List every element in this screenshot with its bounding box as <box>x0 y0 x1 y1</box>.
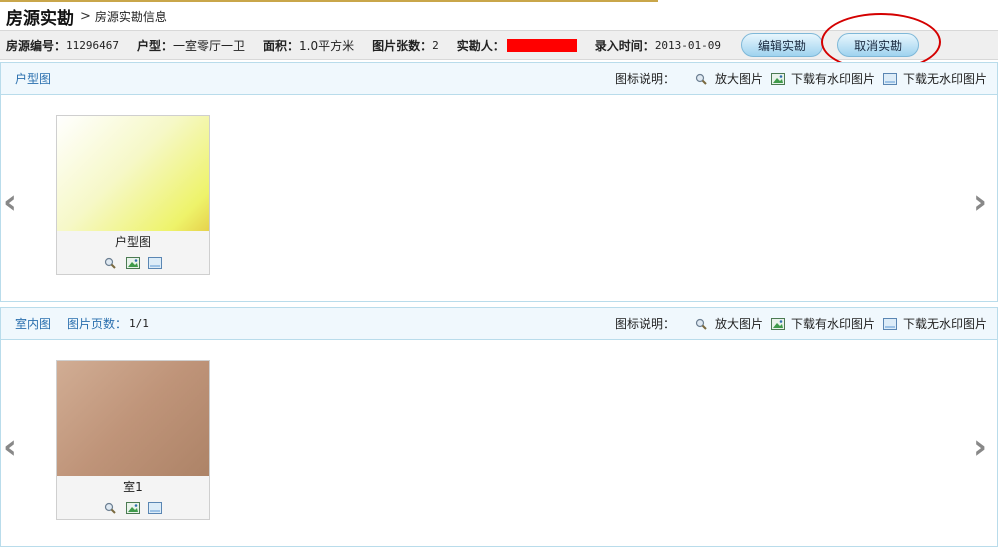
floor-plan-thumb-actions <box>57 257 209 269</box>
chevron-left-icon[interactable]: ‹ <box>3 430 25 464</box>
picture-watermark-icon <box>770 317 785 330</box>
layout-value: 一室零厅一卫 <box>173 38 246 53</box>
legend-download-watermark: 下载有水印图片 <box>770 315 875 332</box>
picture-no-watermark-icon <box>882 72 897 85</box>
picture-count-label: 图片张数： <box>372 38 433 53</box>
house-number: 房源编号： 11296467 <box>6 37 119 54</box>
picture-no-watermark-icon[interactable] <box>148 257 162 269</box>
floor-plan-section-bar: 户型图 图标说明： 放大图片 下载有水印图片 下载无水印图片 <box>1 63 997 95</box>
page-title: 房源实勘 <box>6 8 74 29</box>
surveyor: 实勘人： <box>457 37 577 54</box>
magnifier-icon <box>695 73 707 85</box>
cancel-survey-button[interactable]: 取消实勘 <box>837 33 920 57</box>
legend-download-no-watermark-text: 下载无水印图片 <box>902 317 987 331</box>
layout: 户型： 一室零厅一卫 <box>137 37 245 54</box>
area: 面积： 1.0平方米 <box>263 37 354 54</box>
page-header: 房源实勘 > 房源实勘信息 <box>0 2 998 30</box>
legend-zoom-text: 放大图片 <box>714 317 763 331</box>
entry-time-value: 2013-01-09 <box>654 38 722 52</box>
icon-legend: 图标说明： 放大图片 下载有水印图片 下载无水印图片 <box>615 70 997 87</box>
interior-image[interactable] <box>57 361 209 476</box>
picture-watermark-icon[interactable] <box>126 502 140 514</box>
surveyor-label: 实勘人： <box>456 38 505 53</box>
info-bar: 房源编号： 11296467 户型： 一室零厅一卫 面积： 1.0平方米 图片张… <box>0 13 998 71</box>
interior-gallery: ‹ › 室1 <box>1 340 997 546</box>
entry-time-label: 录入时间： <box>594 38 655 53</box>
legend-download-watermark: 下载有水印图片 <box>770 70 875 87</box>
legend-label: 图标说明： <box>614 317 675 331</box>
picture-no-watermark-icon[interactable] <box>148 502 162 514</box>
cancel-survey-wrap: 取消实勘 <box>821 13 942 71</box>
legend-download-no-watermark-text: 下载无水印图片 <box>902 72 987 86</box>
legend-zoom: 放大图片 <box>695 70 763 87</box>
layout-label: 户型： <box>137 38 174 53</box>
picture-watermark-icon <box>770 72 785 85</box>
interior-thumbnail: 室1 <box>56 360 210 520</box>
interior-thumb-label: 室1 <box>123 480 143 494</box>
chevron-right-icon[interactable]: › <box>973 185 995 219</box>
interior-pages-value: 1/1 <box>129 317 149 330</box>
interior-thumb-actions <box>57 502 209 514</box>
magnifier-icon[interactable] <box>104 257 118 269</box>
picture-count: 图片张数： 2 <box>372 37 439 54</box>
legend-zoom-text: 放大图片 <box>714 72 763 86</box>
interior-title[interactable]: 室内图 <box>15 315 51 332</box>
floor-plan-thumb-label: 户型图 <box>114 235 151 249</box>
house-number-label: 房源编号： <box>6 38 67 53</box>
legend-download-no-watermark: 下载无水印图片 <box>882 70 987 87</box>
magnifier-icon[interactable] <box>104 502 118 514</box>
legend-label: 图标说明： <box>614 72 675 86</box>
picture-no-watermark-icon <box>882 317 897 330</box>
entry-time: 录入时间： 2013-01-09 <box>595 37 721 54</box>
floor-plan-image[interactable] <box>57 116 209 231</box>
magnifier-icon <box>695 318 707 330</box>
breadcrumb-separator: > <box>80 8 91 24</box>
area-value: 1.0平方米 <box>299 38 355 53</box>
picture-watermark-icon[interactable] <box>126 257 140 269</box>
chevron-left-icon[interactable]: ‹ <box>3 185 25 219</box>
floor-plan-thumbnail: 户型图 <box>56 115 210 275</box>
legend-download-watermark-text: 下载有水印图片 <box>790 72 875 86</box>
legend-download-watermark-text: 下载有水印图片 <box>790 317 875 331</box>
surveyor-redacted <box>506 38 577 52</box>
legend-download-no-watermark: 下载无水印图片 <box>882 315 987 332</box>
floor-plan-title[interactable]: 户型图 <box>15 70 51 87</box>
interior-section: 室内图 图片页数： 1/1 图标说明： 放大图片 下载有水印图片 下载无水印图片… <box>0 307 998 547</box>
icon-legend: 图标说明： 放大图片 下载有水印图片 下载无水印图片 <box>615 315 997 332</box>
edit-survey-button[interactable]: 编辑实勘 <box>741 33 824 57</box>
chevron-right-icon[interactable]: › <box>973 430 995 464</box>
legend-zoom: 放大图片 <box>695 315 763 332</box>
floor-plan-section: 户型图 图标说明： 放大图片 下载有水印图片 下载无水印图片 ‹ › 户型图 <box>0 62 998 302</box>
house-number-value: 11296467 <box>66 38 119 52</box>
interior-section-bar: 室内图 图片页数： 1/1 图标说明： 放大图片 下载有水印图片 下载无水印图片 <box>1 308 997 340</box>
area-label: 面积： <box>263 38 300 53</box>
interior-pages-label: 图片页数： <box>67 317 128 331</box>
floor-plan-gallery: ‹ › 户型图 <box>1 95 997 301</box>
breadcrumb: 房源实勘信息 <box>94 9 167 24</box>
picture-count-value: 2 <box>432 38 439 52</box>
